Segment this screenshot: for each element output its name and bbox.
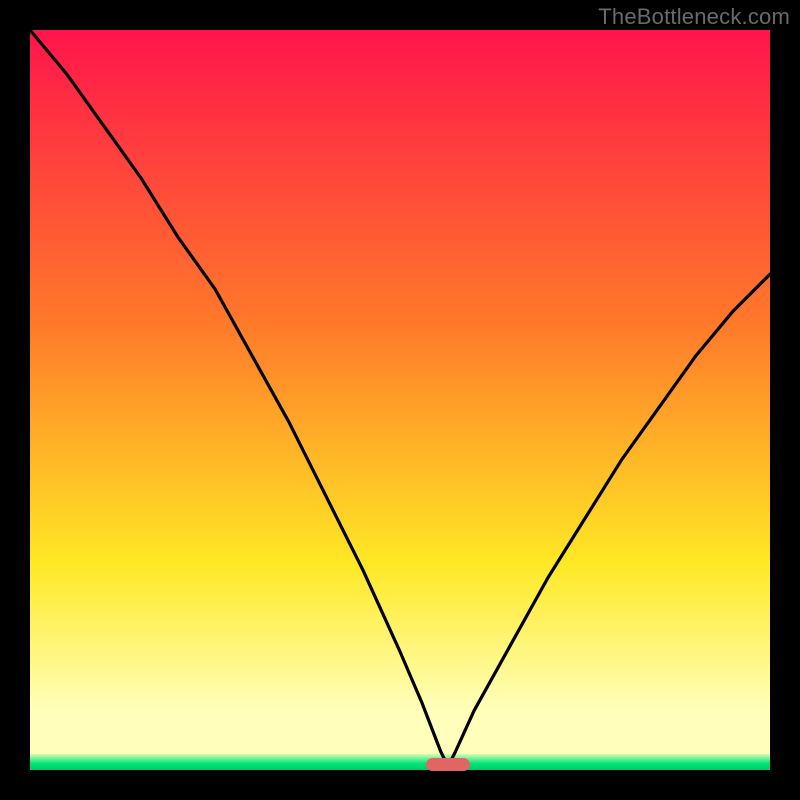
optimal-marker <box>426 758 470 771</box>
bottleneck-curve <box>30 30 770 770</box>
chart-frame: TheBottleneck.com <box>0 0 800 800</box>
plot-area <box>30 30 770 770</box>
watermark-text: TheBottleneck.com <box>598 4 790 30</box>
